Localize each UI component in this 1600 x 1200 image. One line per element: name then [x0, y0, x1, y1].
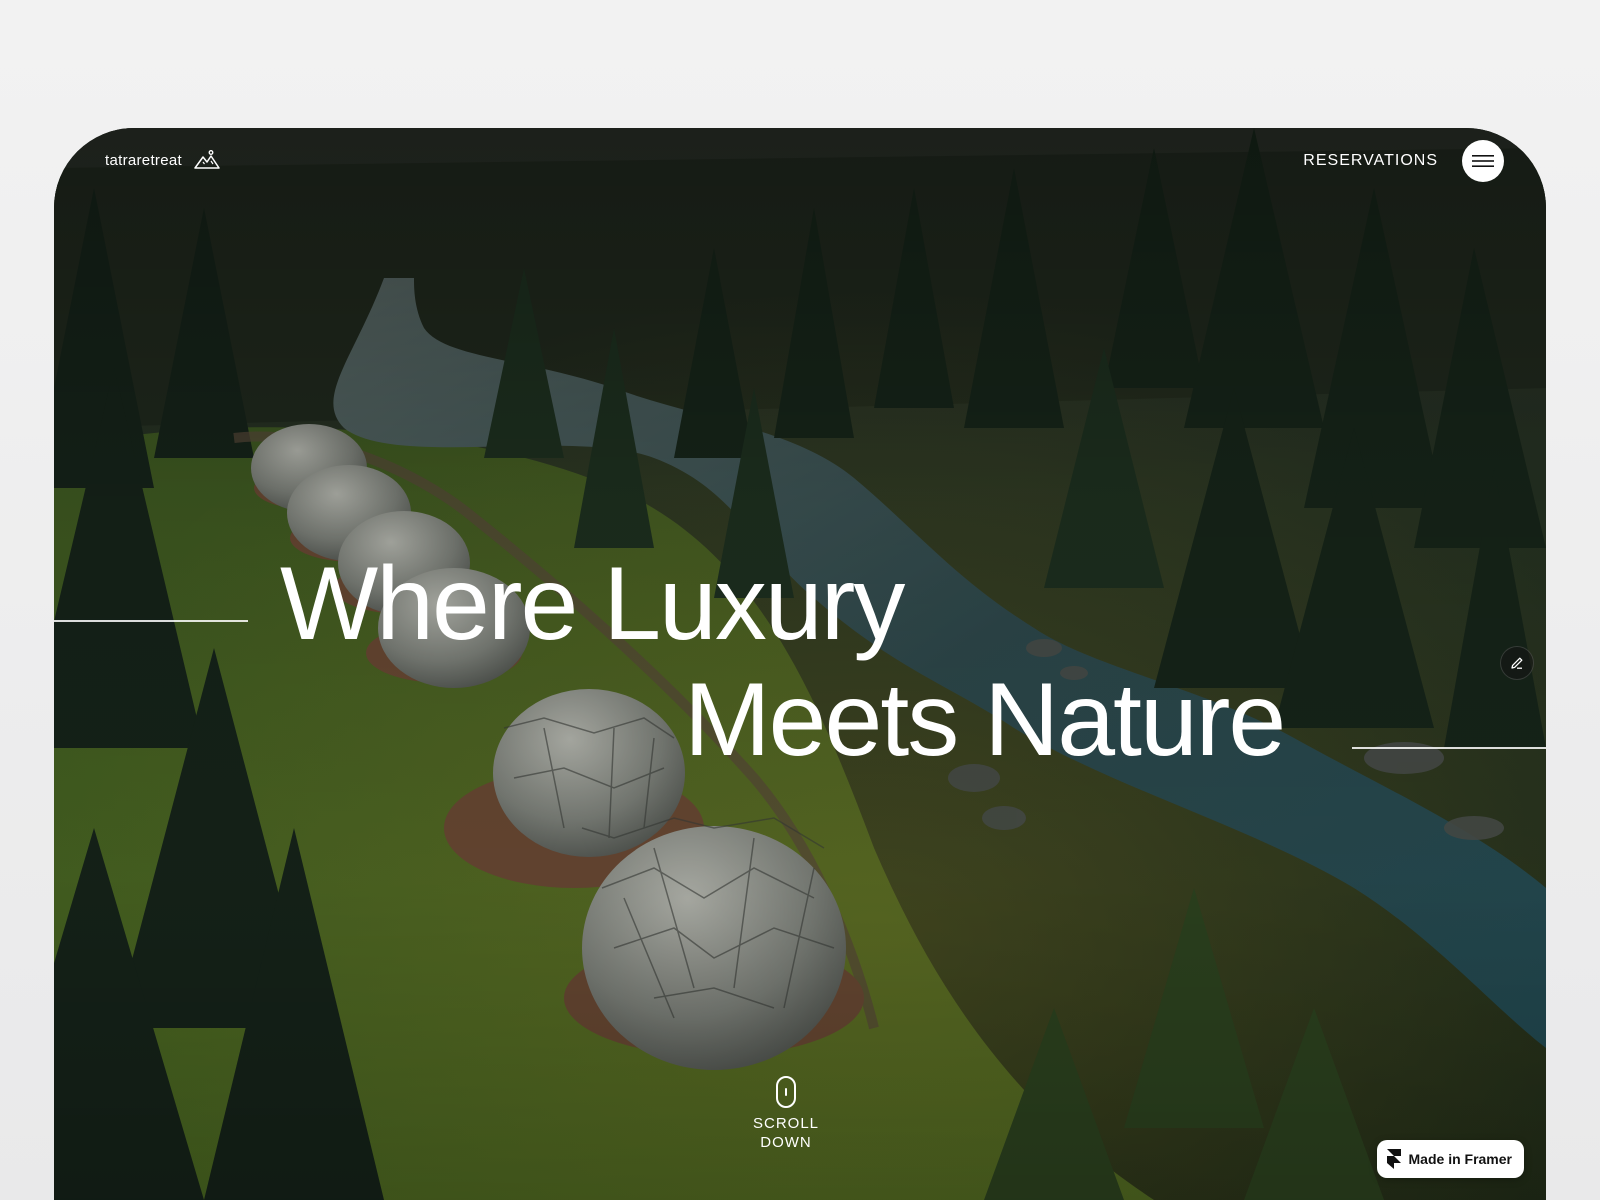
hero-section: tatraretreat RESERVATIONS Where Luxury M…	[54, 128, 1546, 1200]
scroll-label-line2: DOWN	[760, 1134, 812, 1151]
hamburger-icon	[1472, 155, 1494, 167]
mountain-icon	[194, 150, 220, 170]
headline-line-2: Meets Nature	[684, 662, 1286, 778]
mouse-icon	[776, 1076, 796, 1108]
decorative-line-left	[54, 620, 248, 622]
scroll-label-line1: SCROLL	[752, 1115, 820, 1132]
framer-badge-label: Made in Framer	[1408, 1151, 1512, 1167]
menu-button[interactable]	[1462, 140, 1504, 182]
framer-icon	[1386, 1149, 1401, 1169]
reservations-link[interactable]: RESERVATIONS	[1303, 152, 1438, 170]
logo-text: tatraretreat	[105, 151, 182, 169]
decorative-line-right	[1352, 747, 1546, 749]
headline-line-1: Where Luxury	[280, 546, 905, 662]
pencil-icon	[1511, 657, 1523, 669]
made-in-framer-badge[interactable]: Made in Framer	[1376, 1140, 1524, 1178]
header-actions: RESERVATIONS	[1303, 140, 1504, 182]
scroll-down-label: SCROLL DOWN	[753, 1114, 819, 1152]
edit-button[interactable]	[1500, 646, 1534, 680]
site-logo[interactable]: tatraretreat	[105, 150, 220, 170]
scroll-down-indicator[interactable]: SCROLL DOWN	[746, 1076, 826, 1152]
